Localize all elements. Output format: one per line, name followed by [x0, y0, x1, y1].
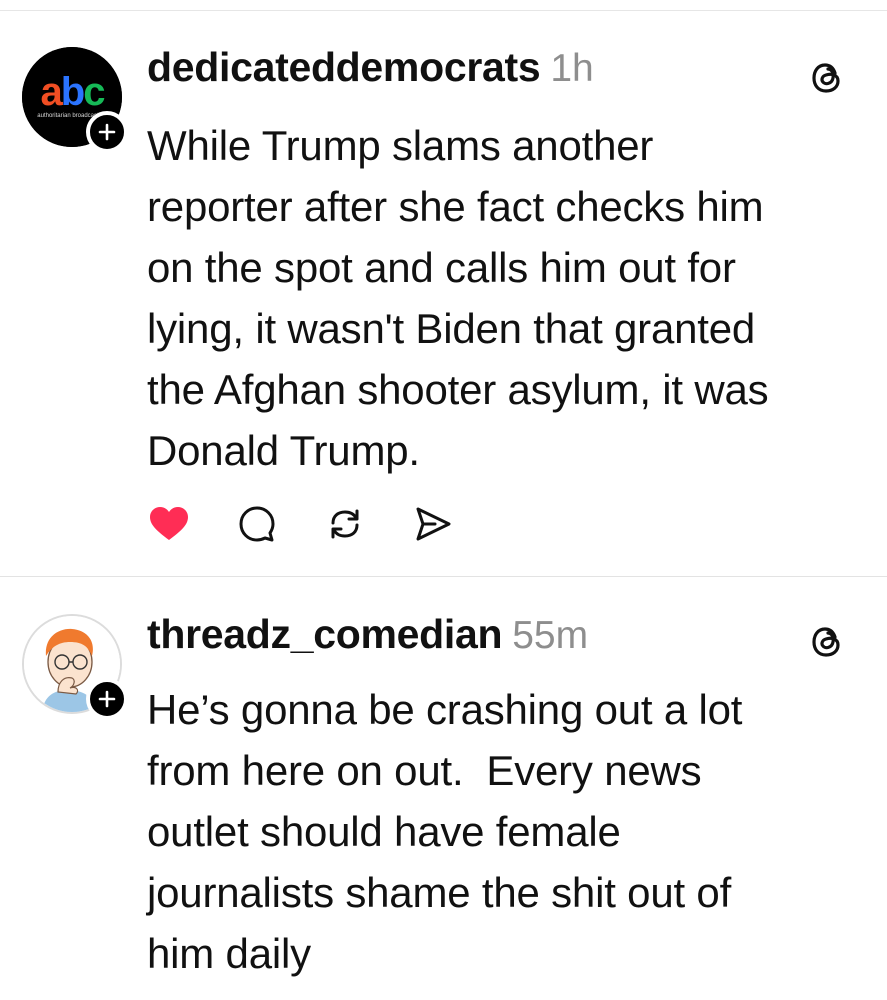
post-text: While Trump slams another reporter after… [147, 122, 769, 474]
repost-button[interactable] [323, 502, 367, 546]
post-text: He’s gonna be crashing out a lot from he… [147, 686, 743, 977]
avatar-dedicateddemocrats[interactable]: abc authoritarian broadcasting [22, 47, 128, 153]
follow-button[interactable] [86, 678, 128, 720]
comment-icon [239, 506, 275, 542]
heart-icon [150, 507, 188, 540]
username[interactable]: threadz_comedian [147, 611, 503, 658]
timestamp: 1h [550, 47, 594, 90]
follow-button[interactable] [86, 111, 128, 153]
post-header: dedicateddemocrats 1h [147, 44, 594, 100]
post-divider [0, 576, 887, 577]
top-divider [0, 10, 887, 11]
comment-button[interactable] [235, 502, 279, 546]
repost-icon [331, 509, 359, 539]
username[interactable]: dedicateddemocrats [147, 44, 541, 91]
avatar-threadz_comedian[interactable] [22, 614, 128, 720]
post-header: threadz_comedian 55m [147, 611, 588, 667]
plus-icon [98, 123, 116, 141]
threads-icon[interactable] [808, 58, 848, 98]
like-button[interactable] [147, 502, 191, 546]
share-icon [416, 507, 451, 541]
timestamp: 55m [512, 614, 589, 657]
share-button[interactable] [411, 502, 455, 546]
threads-icon[interactable] [808, 622, 848, 662]
plus-icon [98, 690, 116, 708]
svg-text:abc: abc [41, 70, 106, 114]
post-actions [147, 502, 499, 546]
